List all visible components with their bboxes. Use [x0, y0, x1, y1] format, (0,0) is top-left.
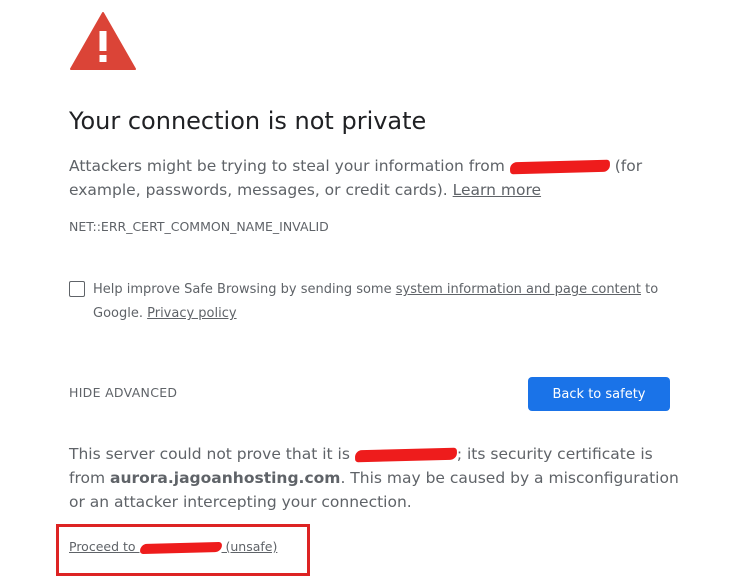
- redacted-server-name: [354, 447, 457, 462]
- safe-browsing-optin-text: Help improve Safe Browsing by sending so…: [93, 278, 683, 326]
- details-message: This server could not prove that it is ;…: [69, 442, 689, 514]
- proceed-text-after: (unsafe): [221, 539, 278, 554]
- redacted-domain: [509, 159, 610, 174]
- learn-more-link[interactable]: Learn more: [453, 181, 541, 199]
- details-text-before: This server could not prove that it is: [69, 445, 355, 463]
- optin-text-before: Help improve Safe Browsing by sending so…: [93, 282, 396, 297]
- safe-browsing-checkbox[interactable]: [69, 281, 85, 297]
- back-to-safety-button[interactable]: Back to safety: [528, 377, 670, 411]
- system-information-link[interactable]: system information and page content: [396, 282, 641, 297]
- error-code: NET::ERR_CERT_COMMON_NAME_INVALID: [69, 219, 329, 234]
- main-message: Attackers might be trying to steal your …: [69, 154, 669, 202]
- redacted-proceed-domain: [139, 541, 222, 554]
- proceed-unsafe-link[interactable]: Proceed to (unsafe): [69, 539, 277, 554]
- certificate-host: aurora.jagoanhosting.com: [110, 469, 341, 487]
- page-title: Your connection is not private: [69, 107, 427, 135]
- privacy-policy-link[interactable]: Privacy policy: [147, 306, 236, 321]
- proceed-text-before: Proceed to: [69, 539, 140, 554]
- main-message-text-before: Attackers might be trying to steal your …: [69, 157, 510, 175]
- warning-triangle-icon: [70, 12, 136, 70]
- hide-advanced-button[interactable]: HIDE ADVANCED: [69, 385, 177, 400]
